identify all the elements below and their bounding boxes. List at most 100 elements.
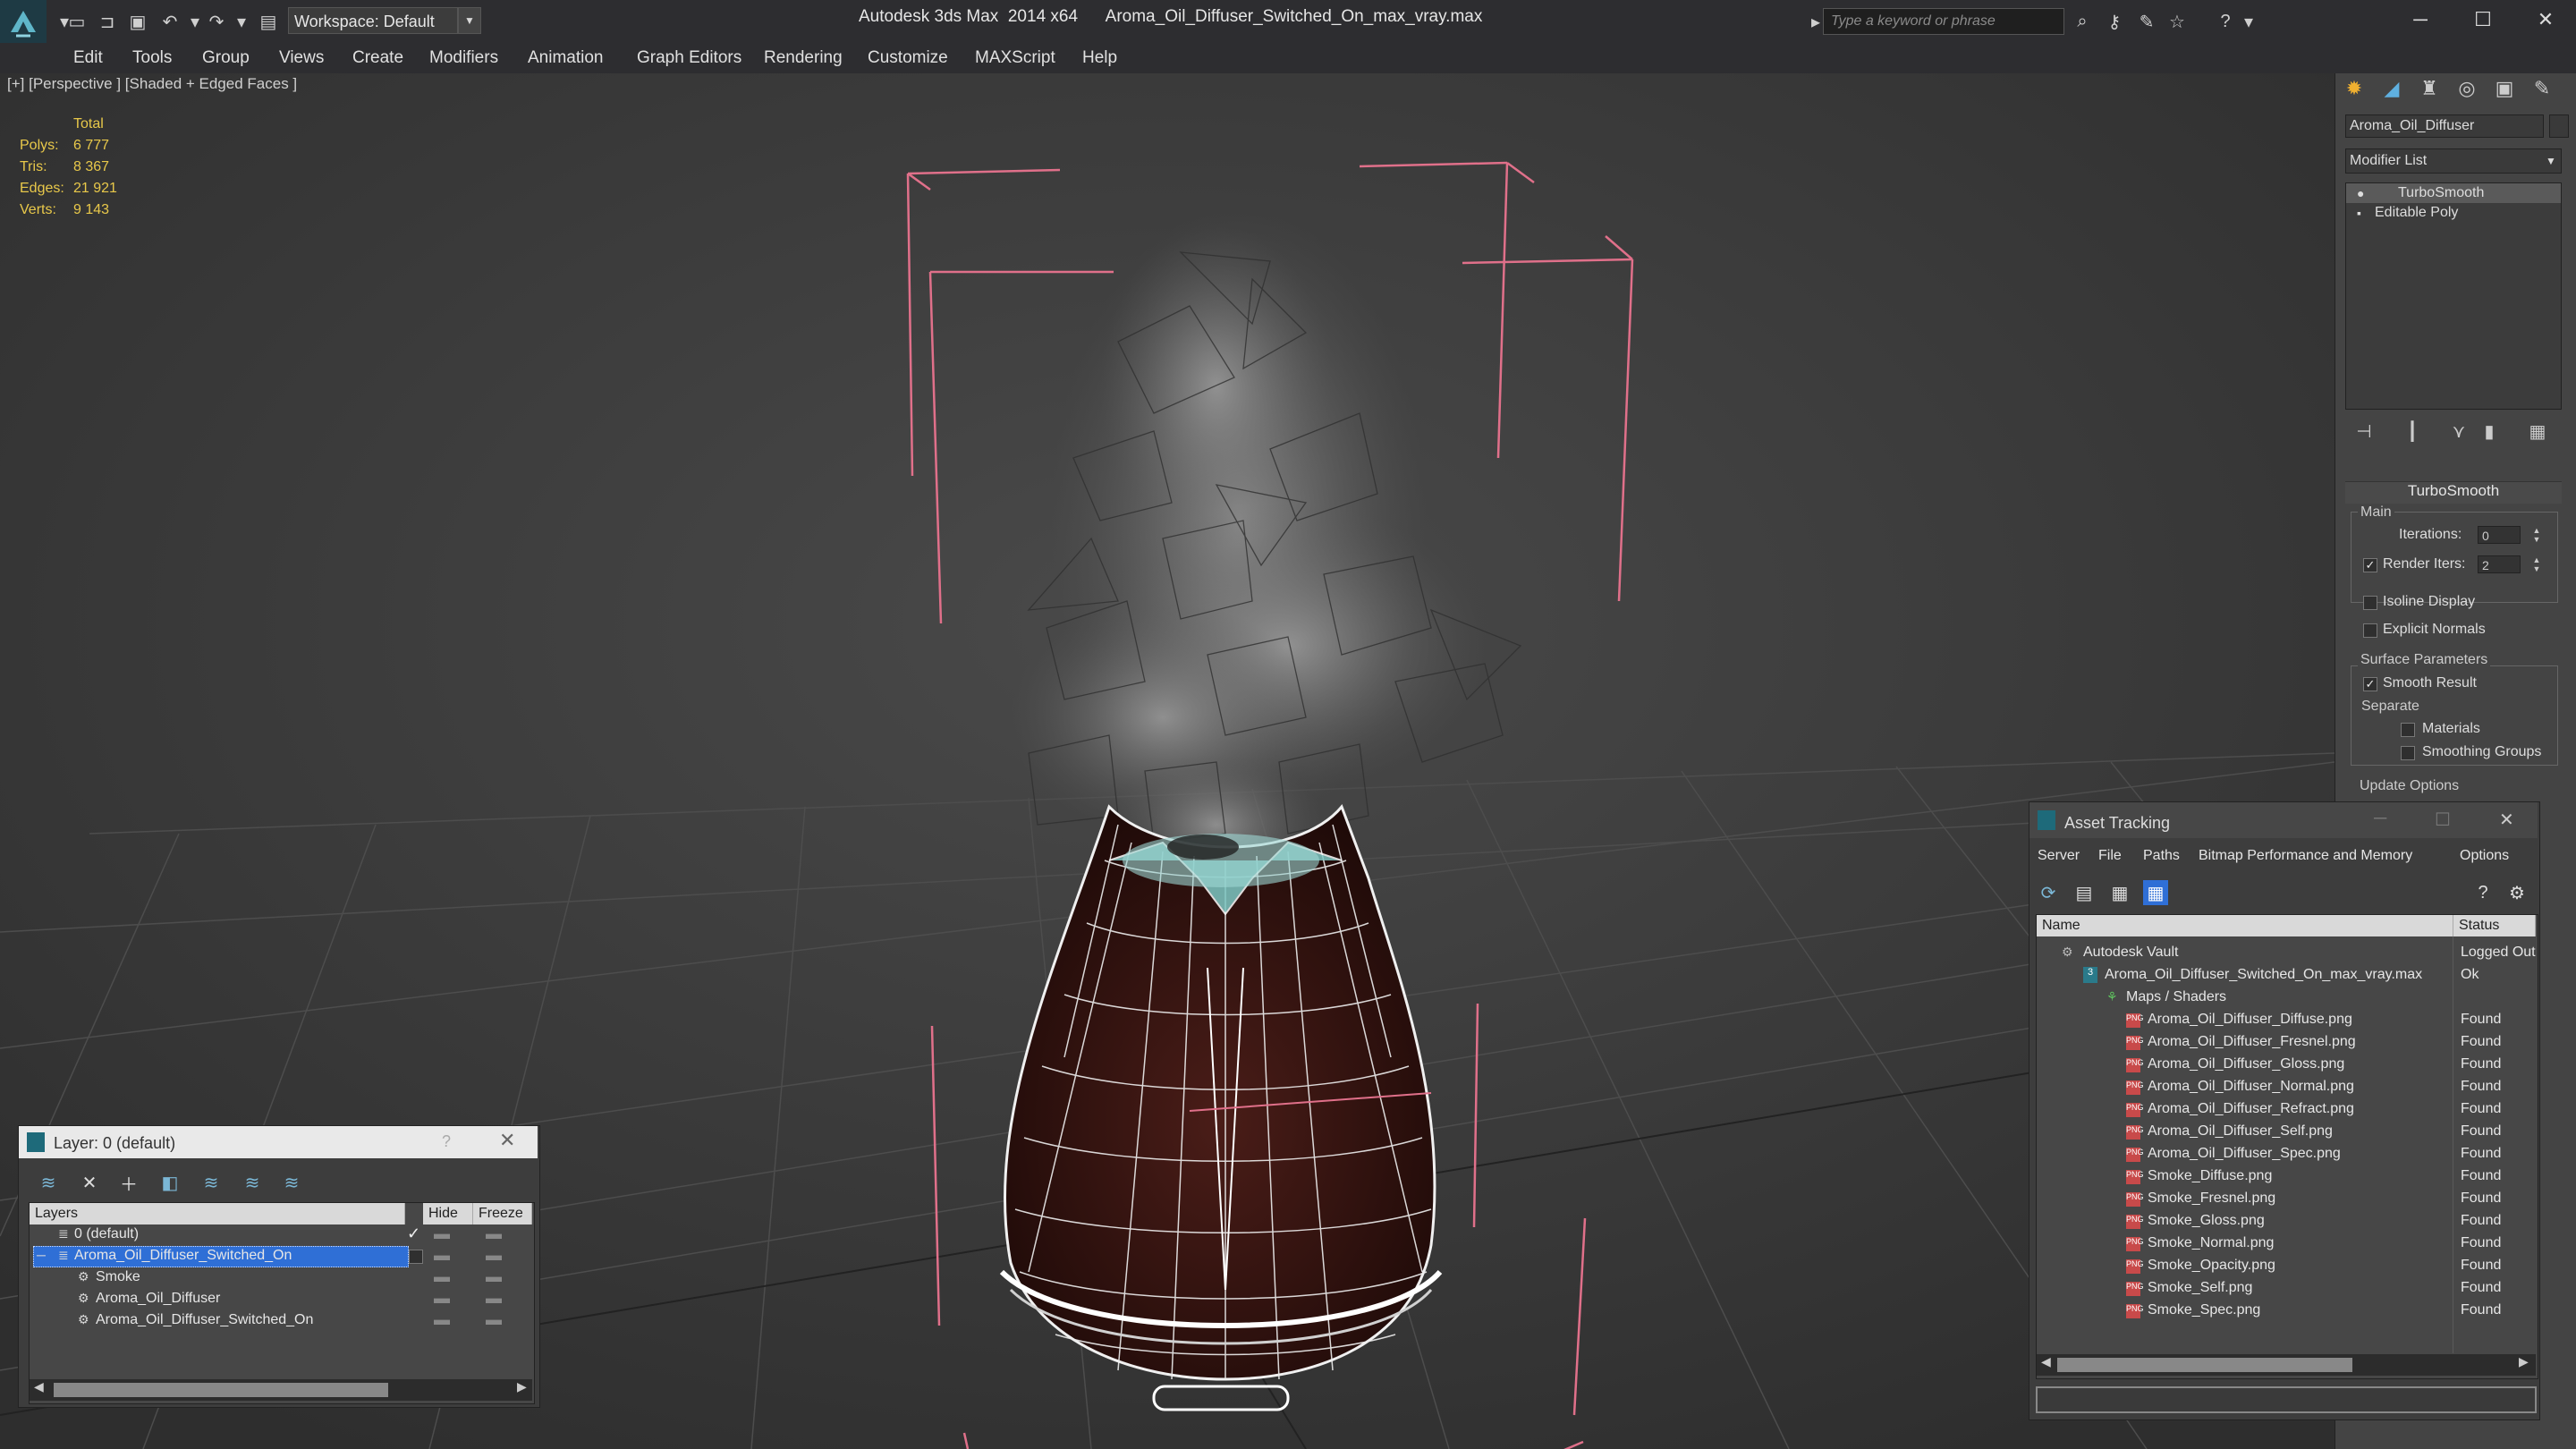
- pin-stack-icon[interactable]: ⊣: [2351, 419, 2377, 444]
- asset-menu-options[interactable]: Options: [2460, 848, 2509, 864]
- expand-plus-icon[interactable]: ▪: [2357, 203, 2361, 223]
- status-column-header[interactable]: Status: [2453, 915, 2536, 936]
- scroll-right-icon[interactable]: ▶: [2519, 1354, 2529, 1369]
- asset-row[interactable]: 3 Aroma_Oil_Diffuser_Switched_On_max_vra…: [2037, 965, 2536, 987]
- set-current-layer-checkbox[interactable]: [409, 1250, 423, 1264]
- hide-all-layers-icon[interactable]: ≋: [240, 1170, 265, 1195]
- object-name-field[interactable]: Aroma_Oil_Diffuser: [2345, 114, 2544, 138]
- iterations-spinner[interactable]: 0: [2478, 526, 2521, 544]
- menu-tools[interactable]: Tools: [132, 43, 172, 73]
- asset-row[interactable]: PNG Smoke_Gloss.png Found: [2037, 1211, 2536, 1233]
- layer-row[interactable]: ─ ≣ Aroma_Oil_Diffuser_Switched_On ▬ ▬: [30, 1246, 532, 1267]
- menu-maxscript[interactable]: MAXScript: [975, 43, 1055, 73]
- close-window-button[interactable]: ✕: [2519, 4, 2572, 36]
- make-unique-icon[interactable]: ⋎: [2445, 419, 2472, 444]
- layer-scroll-thumb[interactable]: [54, 1383, 388, 1397]
- menu-graph-editors[interactable]: Graph Editors: [637, 43, 741, 73]
- current-layer-check-icon[interactable]: ✓: [407, 1224, 420, 1243]
- freeze-toggle[interactable]: ▬: [486, 1289, 502, 1308]
- asset-row[interactable]: PNG Aroma_Oil_Diffuser_Diffuse.png Found: [2037, 1010, 2536, 1032]
- asset-row[interactable]: PNG Smoke_Diffuse.png Found: [2037, 1166, 2536, 1189]
- add-to-layer-icon[interactable]: ＋: [116, 1170, 141, 1195]
- list-view-icon[interactable]: ▤: [2072, 880, 2097, 905]
- asset-menu-file[interactable]: File: [2098, 848, 2122, 864]
- asset-menu-bitmap-performance[interactable]: Bitmap Performance and Memory: [2199, 848, 2412, 864]
- configure-modifier-sets-icon[interactable]: ▦: [2524, 419, 2551, 444]
- explicit-normals-checkbox[interactable]: [2363, 623, 2377, 638]
- hide-toggle[interactable]: ▬: [434, 1246, 450, 1265]
- display-tab-icon[interactable]: ▣: [2487, 73, 2522, 104]
- asset-menu-server[interactable]: Server: [2038, 848, 2080, 864]
- freeze-toggle[interactable]: ▬: [486, 1310, 502, 1329]
- search-input[interactable]: Type a keyword or phrase: [1823, 8, 2064, 35]
- render-iters-spinner-arrows-icon[interactable]: ▲ ▼: [2531, 555, 2542, 573]
- subscription-icon[interactable]: ⚷: [2102, 11, 2127, 32]
- hide-toggle[interactable]: ▬: [434, 1224, 450, 1243]
- modify-tab-icon[interactable]: ◢: [2374, 73, 2410, 104]
- help-dropdown-icon[interactable]: ▾: [2236, 11, 2261, 32]
- maximize-button[interactable]: ☐: [2456, 4, 2510, 36]
- menu-help[interactable]: Help: [1082, 43, 1117, 73]
- asset-settings-icon[interactable]: ⚙: [2504, 880, 2529, 905]
- scroll-left-icon[interactable]: ◀: [34, 1379, 44, 1394]
- render-iters-checkbox[interactable]: ✓: [2363, 558, 2377, 572]
- layers-column-header[interactable]: Layers: [30, 1203, 405, 1224]
- hide-toggle[interactable]: ▬: [434, 1289, 450, 1308]
- scroll-left-icon[interactable]: ◀: [2041, 1354, 2051, 1369]
- isoline-display-checkbox[interactable]: [2363, 596, 2377, 610]
- freeze-column-header[interactable]: Freeze: [473, 1203, 532, 1224]
- asset-minimize-button[interactable]: ─: [2374, 809, 2386, 829]
- stack-item-editable-poly[interactable]: ▪ Editable Poly: [2346, 203, 2561, 223]
- communication-center-icon[interactable]: ✎: [2134, 11, 2159, 32]
- menu-group[interactable]: Group: [202, 43, 250, 73]
- freeze-toggle[interactable]: ▬: [486, 1224, 502, 1243]
- hierarchy-tab-icon[interactable]: ♜: [2411, 73, 2447, 104]
- asset-row[interactable]: PNG Aroma_Oil_Diffuser_Refract.png Found: [2037, 1099, 2536, 1122]
- asset-menu-paths[interactable]: Paths: [2143, 848, 2180, 864]
- asset-row[interactable]: PNG Smoke_Normal.png Found: [2037, 1233, 2536, 1256]
- modifier-list-select[interactable]: Modifier List: [2345, 148, 2562, 174]
- workspace-select[interactable]: Workspace: Default: [288, 7, 458, 34]
- remove-modifier-icon[interactable]: ▮: [2476, 419, 2503, 444]
- menu-edit[interactable]: Edit: [73, 43, 103, 73]
- asset-row[interactable]: ⚘ Maps / Shaders: [2037, 987, 2536, 1010]
- binoculars-icon[interactable]: ⌕: [2070, 11, 2095, 32]
- viewport-label-menu[interactable]: [+] [Perspective ] [Shaded + Edged Faces…: [7, 75, 297, 93]
- create-tab-icon[interactable]: ✹: [2336, 73, 2372, 104]
- save-file-icon[interactable]: ▣: [125, 11, 150, 32]
- thumbnail-view-icon[interactable]: ▦: [2107, 880, 2132, 905]
- asset-row[interactable]: PNG Aroma_Oil_Diffuser_Spec.png Found: [2037, 1144, 2536, 1166]
- menu-create[interactable]: Create: [352, 43, 403, 73]
- asset-path-field[interactable]: [2036, 1386, 2537, 1413]
- open-file-icon[interactable]: ⊐: [95, 11, 120, 32]
- redo-icon[interactable]: ↷: [204, 11, 229, 32]
- object-color-swatch[interactable]: [2549, 114, 2569, 138]
- asset-row[interactable]: ⚙ Autodesk Vault Logged Out: [2037, 943, 2536, 965]
- menu-views[interactable]: Views: [279, 43, 324, 73]
- layer-row[interactable]: ⚙ Aroma_Oil_Diffuser_Switched_On ▬ ▬: [30, 1310, 532, 1332]
- turbosmooth-rollout-title[interactable]: TurboSmooth: [2345, 481, 2562, 504]
- undo-icon[interactable]: ↶: [157, 11, 182, 32]
- freeze-toggle[interactable]: ▬: [486, 1246, 502, 1265]
- motion-tab-icon[interactable]: ◎: [2449, 73, 2485, 104]
- asset-scroll-thumb[interactable]: [2057, 1358, 2352, 1372]
- delete-layer-icon[interactable]: ✕: [77, 1170, 102, 1195]
- asset-row[interactable]: PNG Aroma_Oil_Diffuser_Normal.png Found: [2037, 1077, 2536, 1099]
- asset-row[interactable]: PNG Aroma_Oil_Diffuser_Gloss.png Found: [2037, 1055, 2536, 1077]
- collapse-icon[interactable]: ─: [37, 1248, 46, 1262]
- menu-rendering[interactable]: Rendering: [764, 43, 843, 73]
- asset-row[interactable]: PNG Smoke_Self.png Found: [2037, 1278, 2536, 1301]
- minimize-button[interactable]: ─: [2394, 4, 2447, 36]
- workspace-dropdown-icon[interactable]: ▼: [458, 7, 481, 34]
- layer-window-help-button[interactable]: ?: [442, 1132, 451, 1151]
- asset-row[interactable]: PNG Smoke_Fresnel.png Found: [2037, 1189, 2536, 1211]
- freeze-toggle[interactable]: ▬: [486, 1267, 502, 1286]
- favorites-star-icon[interactable]: ☆: [2165, 11, 2190, 32]
- iterations-spinner-arrows-icon[interactable]: ▲ ▼: [2531, 526, 2542, 544]
- asset-maximize-button[interactable]: ☐: [2435, 809, 2451, 831]
- stack-item-turbosmooth[interactable]: ● TurboSmooth: [2346, 183, 2561, 203]
- hide-toggle[interactable]: ▬: [434, 1310, 450, 1329]
- modifier-list-dropdown-icon[interactable]: ▼: [2540, 148, 2562, 174]
- layer-row[interactable]: ⚙ Aroma_Oil_Diffuser ▬ ▬: [30, 1289, 532, 1310]
- name-column-header[interactable]: Name: [2037, 915, 2453, 936]
